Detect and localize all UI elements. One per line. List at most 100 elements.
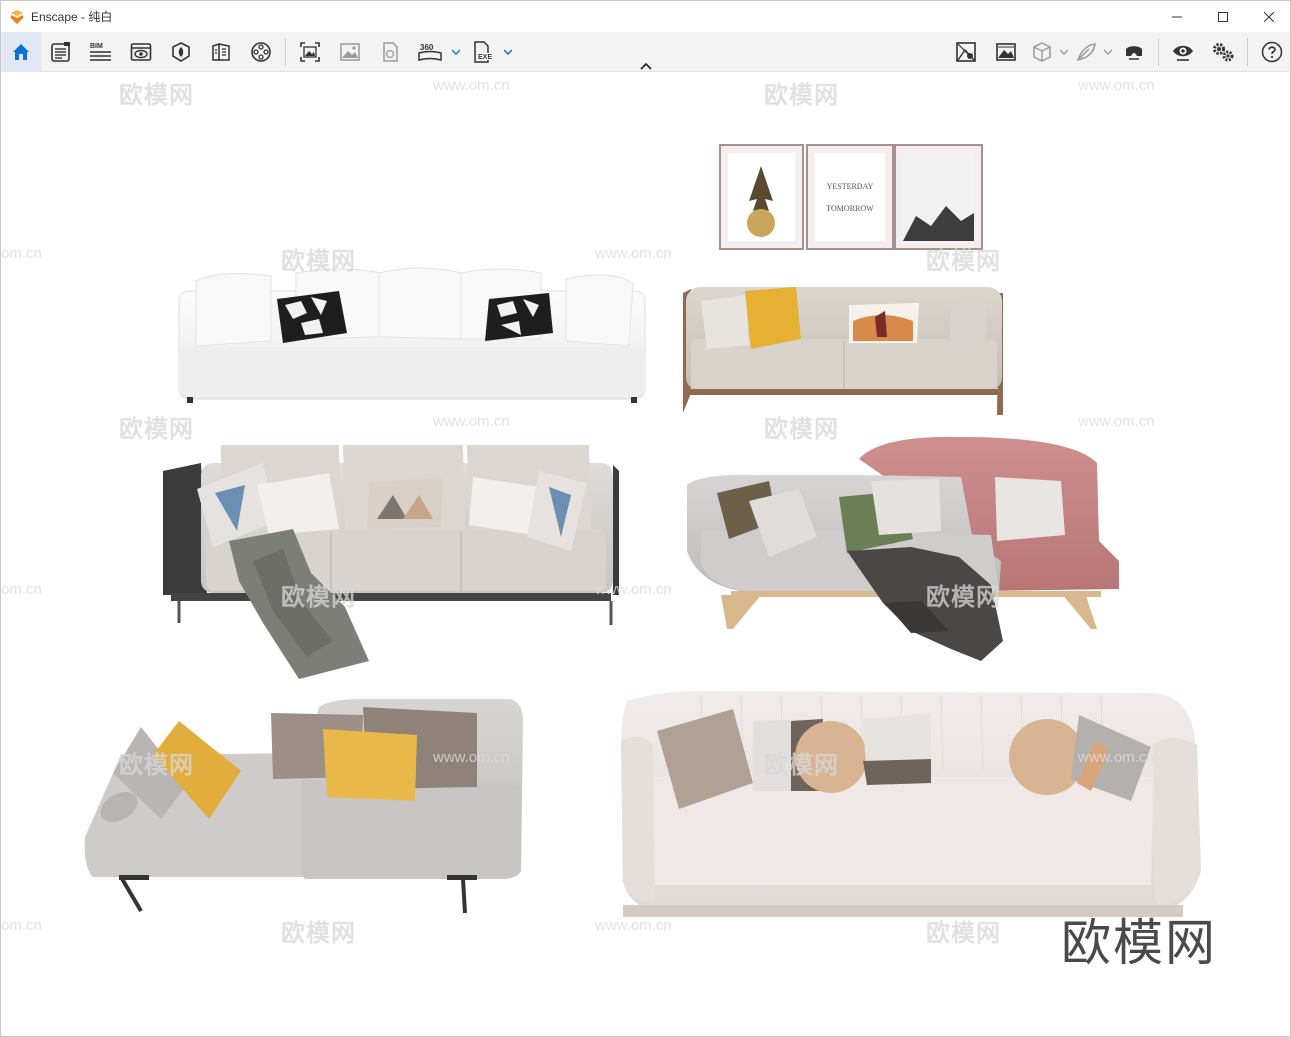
toolbar-separator-right <box>1158 38 1159 66</box>
panorama-360-icon: 360 <box>418 43 442 61</box>
image-button[interactable] <box>986 32 1026 72</box>
feather-icon <box>1076 43 1096 61</box>
watermark-brand: 欧模网 <box>926 920 1001 947</box>
visual-settings-button[interactable] <box>121 32 161 72</box>
sofa-pink-grey <box>687 436 1119 661</box>
watermark-url: www.om.cn <box>595 917 672 934</box>
atmosphere-button[interactable] <box>946 32 986 72</box>
watermark-brand: 欧模网 <box>926 584 1001 611</box>
poster-text-tomorrow: TOMORROW <box>826 204 874 213</box>
panorama-dropdown-chevron-icon[interactable] <box>450 32 462 72</box>
title-bar: Enscape - 纯白 <box>1 1 1290 32</box>
material-editor-icon <box>212 42 230 61</box>
home-icon <box>13 43 29 60</box>
export-dropdown-chevron-icon[interactable] <box>502 32 514 72</box>
exe-export-button[interactable]: EXE <box>462 32 502 72</box>
image-icon <box>996 43 1016 61</box>
watermark-brand: 欧模网 <box>926 248 1001 275</box>
exe-export-icon: EXE <box>474 40 492 63</box>
toolbar-separator-help <box>1247 38 1248 66</box>
watermark-url: www.om.cn <box>433 749 510 766</box>
panorama-button[interactable] <box>370 32 410 72</box>
minimize-icon <box>1172 16 1182 17</box>
watermark-url-partial: om.cn <box>1 245 42 262</box>
sofa-modular-chaise <box>84 699 523 914</box>
help-icon <box>1261 41 1283 63</box>
watermark-brand: 欧模网 <box>281 584 356 611</box>
window-title: Enscape - 纯白 <box>31 10 113 24</box>
home-button[interactable] <box>1 31 41 72</box>
watermark-brand: 欧模网 <box>764 416 839 443</box>
toolbar-left-group: BIM 360 EXE <box>1 31 514 72</box>
sofa-render-scene: YESTERDAY TOMORROW <box>84 144 1201 917</box>
watermark-url: www.om.cn <box>595 581 672 598</box>
toolbar-separator <box>285 37 286 66</box>
cube-dropdown-chevron-icon[interactable] <box>1058 32 1070 72</box>
enscape-window: Enscape - 纯白 BIM 360 EXE YESTERDAY TOMOR… <box>0 0 1291 1037</box>
enscape-logo-icon <box>9 9 25 25</box>
wall-frames: YESTERDAY TOMORROW <box>719 144 983 250</box>
watermark-brand: 欧模网 <box>281 920 356 947</box>
eye-button[interactable] <box>1163 32 1203 72</box>
bim-icon: BIM <box>90 43 111 61</box>
watermark-url-partial: om.cn <box>1 581 42 598</box>
watermark-brand-large: 欧模网 <box>1061 914 1217 972</box>
asset-library-icon <box>172 41 190 62</box>
watermark-url: www.om.cn <box>1078 749 1155 766</box>
toolbar-right-group <box>946 32 1290 72</box>
panorama-360-label: 360 <box>420 43 434 52</box>
window-controls <box>1154 1 1290 32</box>
sofa-white <box>178 267 646 403</box>
panorama-icon <box>383 41 398 62</box>
screenshot-icon <box>300 41 320 62</box>
vr-headset-button[interactable] <box>1114 32 1154 72</box>
close-icon <box>1264 11 1274 22</box>
sofa-grey-blanket <box>163 445 619 679</box>
bim-label: BIM <box>90 43 103 50</box>
cube-button[interactable] <box>1026 32 1058 72</box>
sofa-tufted-cream <box>621 691 1201 917</box>
screenshot-button[interactable] <box>290 32 330 72</box>
settings-button[interactable] <box>1203 32 1243 72</box>
watermark-brand: 欧模网 <box>764 752 839 779</box>
watermark-url: www.om.cn <box>1078 77 1155 94</box>
vr-headset-icon <box>1126 46 1142 60</box>
material-editor-button[interactable] <box>201 32 241 72</box>
watermark-brand: 欧模网 <box>119 82 194 109</box>
video-editor-button[interactable] <box>241 32 281 72</box>
feather-dropdown-chevron-icon[interactable] <box>1102 32 1114 72</box>
watermark-url-partial: om.cn <box>1 917 42 934</box>
exe-label: EXE <box>478 54 492 61</box>
views-icon <box>51 41 70 62</box>
watermark-url: www.om.cn <box>1078 413 1155 430</box>
asset-library-button[interactable] <box>161 32 201 72</box>
watermark-brand: 欧模网 <box>119 416 194 443</box>
bim-button[interactable]: BIM <box>81 32 121 72</box>
render-viewport[interactable]: YESTERDAY TOMORROW 欧模网 www.om.cn 欧模网 www… <box>1 73 1290 1036</box>
atmosphere-icon <box>956 42 976 62</box>
batch-render-button[interactable] <box>330 32 370 72</box>
maximize-icon <box>1218 11 1228 22</box>
visual-settings-icon <box>130 42 152 61</box>
watermark-brand: 欧模网 <box>764 82 839 109</box>
minimize-button[interactable] <box>1154 1 1200 32</box>
help-button[interactable] <box>1252 32 1290 72</box>
views-button[interactable] <box>41 32 81 72</box>
batch-render-icon <box>340 42 360 61</box>
feather-button[interactable] <box>1070 32 1102 72</box>
watermark-url: www.om.cn <box>595 245 672 262</box>
watermark-brand: 欧模网 <box>281 248 356 275</box>
cube-icon <box>1033 42 1051 62</box>
watermark-url: www.om.cn <box>433 77 510 94</box>
watermark-url: www.om.cn <box>433 413 510 430</box>
poster-text-yesterday: YESTERDAY <box>827 182 874 191</box>
settings-icon <box>1213 43 1234 62</box>
close-button[interactable] <box>1246 1 1290 32</box>
panorama-360-button[interactable]: 360 <box>410 32 450 72</box>
collapse-toolbar-chevron-up-icon[interactable] <box>637 59 655 73</box>
watermark-brand: 欧模网 <box>119 752 194 779</box>
eye-icon <box>1173 45 1193 61</box>
maximize-button[interactable] <box>1200 1 1246 32</box>
sofa-beige-wood <box>683 287 1003 415</box>
video-editor-icon <box>251 41 271 62</box>
